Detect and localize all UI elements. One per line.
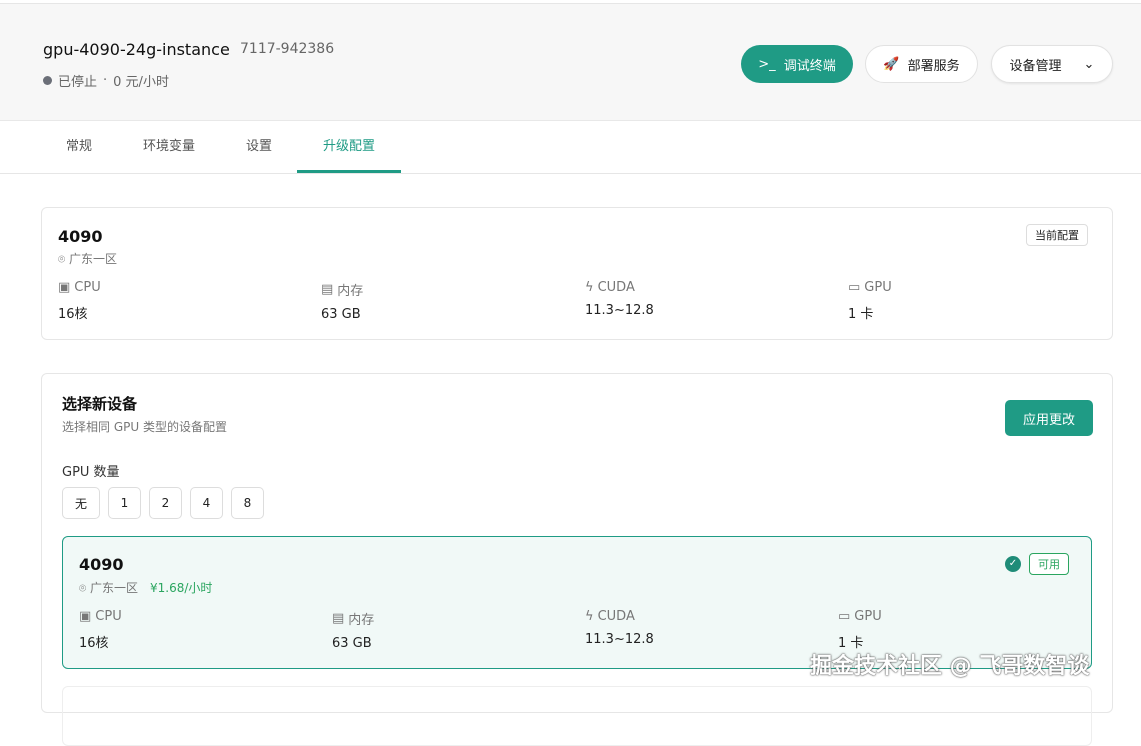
spec-gpu: ▭ GPU 1 卡 — [838, 609, 882, 651]
gpu-count-none[interactable]: 无 — [62, 487, 100, 519]
tab-upgrade[interactable]: 升级配置 — [297, 121, 401, 173]
chevron-down-icon: ⌄ — [1083, 56, 1095, 72]
spec-label: CPU — [74, 280, 101, 295]
tab-general[interactable]: 常规 — [52, 121, 106, 173]
lightning-icon: ϟ — [585, 609, 594, 624]
spec-value: 11.3~12.8 — [585, 632, 654, 647]
current-config-badge: 当前配置 — [1026, 224, 1088, 246]
spec-value: 16核 — [79, 636, 109, 651]
section-title: 选择新设备 — [62, 395, 138, 413]
gpu-count-1[interactable]: 1 — [108, 487, 141, 519]
cpu-icon: ▣ — [79, 609, 92, 624]
spec-cpu: ▣ CPU 16核 — [79, 609, 122, 651]
check-circle-icon: ✓ — [1005, 556, 1021, 572]
instance-header: gpu-4090-24g-instance 7117-942386 已停止 · … — [0, 3, 1141, 121]
option-location: ⌾ 广东一区 ¥1.68/小时 — [79, 579, 212, 596]
spec-value: 63 GB — [332, 636, 372, 651]
status-dot-icon — [43, 76, 52, 85]
device-option[interactable] — [62, 686, 1092, 746]
gpu-count-2[interactable]: 2 — [149, 487, 182, 519]
watermark: 掘金技术社区 @ 飞哥数智谈 — [810, 654, 1090, 679]
price-text: 0 元/小时 — [113, 75, 169, 90]
status-text: 已停止 — [58, 75, 98, 90]
monitor-icon: ▭ — [838, 609, 851, 624]
spec-label: 内存 — [337, 284, 364, 299]
tab-bar: 常规 环境变量 设置 升级配置 — [0, 121, 1141, 174]
spec-cpu: ▣ CPU 16核 — [58, 280, 101, 322]
option-price: ¥1.68/小时 — [150, 581, 213, 595]
location-text: 广东一区 — [69, 252, 118, 266]
terminal-icon: >_ — [758, 56, 776, 72]
memory-icon: ▤ — [321, 282, 334, 297]
gpu-count-8[interactable]: 8 — [231, 487, 264, 519]
spec-label: CUDA — [597, 280, 635, 295]
spec-value: 11.3~12.8 — [585, 303, 654, 318]
spec-gpu: ▭ GPU 1 卡 — [848, 280, 892, 322]
device-manage-dropdown[interactable]: 设备管理 ⌄ — [991, 45, 1113, 83]
cpu-icon: ▣ — [58, 280, 71, 295]
spec-cuda: ϟ CUDA 11.3~12.8 — [585, 280, 654, 318]
deploy-service-button[interactable]: 🚀 部署服务 — [865, 45, 978, 83]
current-gpu-name: 4090 — [58, 227, 103, 246]
lightning-icon: ϟ — [585, 280, 594, 295]
debug-terminal-button[interactable]: >_ 调试终端 — [741, 45, 853, 83]
spec-label: GPU — [864, 280, 892, 295]
spec-value: 16核 — [58, 307, 88, 322]
gpu-count-label: GPU 数量 — [62, 465, 120, 480]
location-pin-icon: ⌾ — [79, 581, 91, 595]
spec-cuda: ϟ CUDA 11.3~12.8 — [585, 609, 654, 647]
section-subtitle: 选择相同 GPU 类型的设备配置 — [62, 420, 227, 434]
spec-label: GPU — [854, 609, 882, 624]
memory-icon: ▤ — [332, 611, 345, 626]
spec-value: 1 卡 — [848, 307, 874, 322]
spec-label: CPU — [95, 609, 122, 624]
option-gpu-name: 4090 — [79, 555, 124, 574]
location-pin-icon: ⌾ — [58, 252, 70, 266]
spec-label: 内存 — [348, 613, 375, 628]
manage-label: 设备管理 — [1009, 58, 1062, 74]
spec-memory: ▤ 内存 63 GB — [321, 280, 363, 322]
instance-status: 已停止 · 0 元/小时 — [43, 71, 169, 90]
tab-settings[interactable]: 设置 — [232, 121, 286, 173]
location-text: 广东一区 — [90, 581, 139, 595]
current-location: ⌾ 广东一区 — [58, 250, 117, 267]
instance-id: 7117-942386 — [240, 41, 335, 57]
terminal-label: 调试终端 — [783, 58, 836, 74]
spec-label: CUDA — [597, 609, 635, 624]
available-badge: 可用 — [1029, 553, 1069, 575]
deploy-label: 部署服务 — [907, 58, 960, 74]
rocket-icon: 🚀 — [883, 56, 900, 72]
instance-title: gpu-4090-24g-instance — [43, 40, 230, 59]
monitor-icon: ▭ — [848, 280, 861, 295]
gpu-count-4[interactable]: 4 — [190, 487, 223, 519]
current-config-card: 4090 ⌾ 广东一区 当前配置 ▣ CPU 16核 ▤ 内存 63 GB ϟ CUDA 1… — [41, 207, 1113, 340]
tab-env-vars[interactable]: 环境变量 — [130, 121, 208, 173]
separator: · — [103, 73, 108, 88]
spec-value: 63 GB — [321, 307, 361, 322]
apply-changes-button[interactable]: 应用更改 — [1005, 400, 1093, 436]
spec-memory: ▤ 内存 63 GB — [332, 609, 374, 651]
